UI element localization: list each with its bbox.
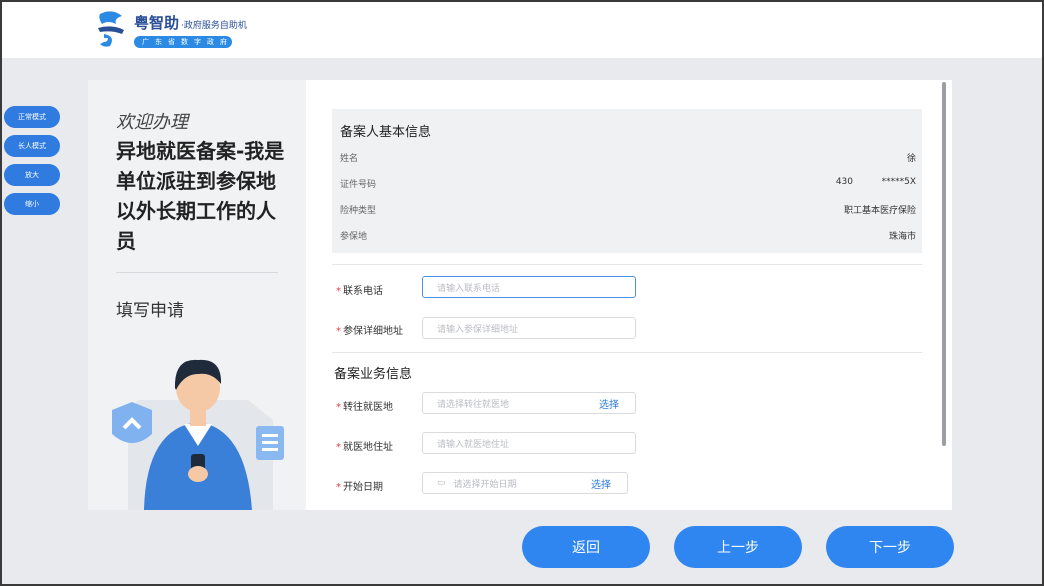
logo-name: 粤智助	[134, 14, 180, 32]
info-value: 珠海市	[888, 232, 916, 242]
info-label: 参保地	[340, 232, 368, 242]
info-row-insurance: 险种类型 职工基本医疗保险	[340, 203, 916, 217]
calendar-icon: ▭	[437, 478, 446, 488]
destination-pick-button[interactable]: 选择	[599, 396, 619, 411]
info-label: 证件号码	[340, 180, 377, 190]
normal-mode-button[interactable]: 正常模式	[4, 106, 60, 128]
elder-mode-button[interactable]: 长人模式	[4, 135, 60, 157]
phone-input[interactable]: 请输入联系电话	[422, 276, 636, 298]
zoom-in-button[interactable]: 放大	[4, 164, 60, 186]
accessibility-buttons: 正常模式 长人模式 放大 缩小	[4, 106, 60, 222]
med-address-input[interactable]: 请输入就医地住址	[422, 432, 636, 454]
divider	[116, 272, 278, 273]
welcome-text: 欢迎办理	[116, 112, 188, 133]
next-step-button[interactable]: 下一步	[826, 526, 954, 568]
divider	[332, 264, 922, 265]
business-info-title: 备案业务信息	[334, 367, 413, 382]
service-title: 异地就医备案-我是单位派驻到参保地以外长期工作的人员	[116, 139, 285, 253]
prev-step-button[interactable]: 上一步	[674, 526, 802, 568]
top-bar: 粤智助 ·政府服务自助机 广东省数字政府	[2, 2, 1042, 58]
info-value: 430 *****5X	[835, 177, 916, 187]
application-form: 备案人基本信息 姓名 徐 证件号码 430 *****5X 险种类型 职工基本医…	[306, 80, 946, 510]
start-date-label: * 开始日期	[336, 482, 383, 493]
destination-select[interactable]: 请选择转往就医地 选择	[422, 392, 636, 414]
address-label: * 参保详细地址	[336, 326, 403, 337]
logo-subtitle: ·政府服务自助机	[181, 21, 247, 31]
destination-label: * 转往就医地	[336, 402, 393, 413]
info-value: 徐	[906, 154, 916, 164]
application-card: 欢迎办理 异地就医备案-我是单位派驻到参保地以外长期工作的人员 填写申请 备案人…	[88, 80, 952, 510]
info-row-name: 姓名 徐	[340, 151, 916, 165]
logo: 粤智助 ·政府服务自助机 广东省数字政府	[94, 10, 247, 50]
start-date-select[interactable]: ▭ 请选择开始日期 选择	[422, 472, 628, 494]
divider	[332, 352, 922, 353]
phone-label: * 联系电话	[336, 286, 383, 297]
current-step: 填写申请	[116, 301, 184, 321]
start-date-pick-button[interactable]: 选择	[591, 476, 611, 491]
scrollbar[interactable]	[942, 82, 946, 446]
info-label: 姓名	[340, 154, 359, 164]
service-info-panel: 欢迎办理 异地就医备案-我是单位派驻到参保地以外长期工作的人员 填写申请	[88, 80, 306, 510]
basic-info-box: 备案人基本信息 姓名 徐 证件号码 430 *****5X 险种类型 职工基本医…	[332, 109, 922, 253]
address-input[interactable]: 请输入参保详细地址	[422, 317, 636, 339]
info-value: 职工基本医疗保险	[843, 206, 916, 216]
info-row-id: 证件号码 430 *****5X	[340, 177, 916, 191]
info-label: 险种类型	[340, 206, 377, 216]
logo-tagline: 广东省数字政府	[134, 36, 232, 48]
zoom-out-button[interactable]: 缩小	[4, 193, 60, 215]
med-address-label: * 就医地住址	[336, 442, 393, 453]
back-button[interactable]: 返回	[522, 526, 650, 568]
person-illustration	[98, 350, 298, 510]
basic-info-title: 备案人基本信息	[340, 125, 432, 140]
info-row-location: 参保地 珠海市	[340, 229, 916, 243]
logo-mark-icon	[94, 10, 128, 50]
